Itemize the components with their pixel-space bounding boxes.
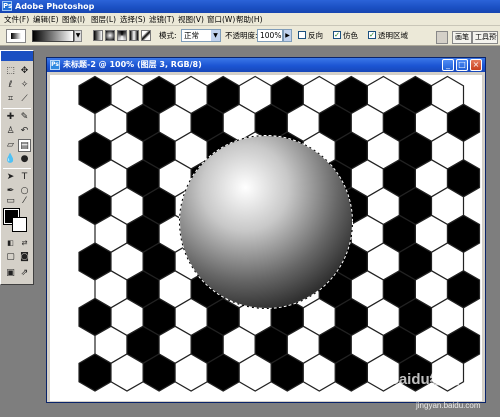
move-tool-icon[interactable]: ✥ [18,65,31,78]
dither-checkbox[interactable]: ✓ [333,31,341,39]
opacity-value: 100% [260,31,282,40]
baidu-watermark: Baidu经验 jingyan.baidu.com [388,368,500,417]
linear-gradient-button[interactable] [93,30,103,41]
chevron-down-icon: ▼ [211,30,220,41]
type-tool-icon[interactable]: T [18,171,31,184]
options-bar: ▼ 模式: 正常 ▼ 不透明度: 100% ▶ 反向 ✓ 仿色 ✓ 透明区域 画… [0,26,500,46]
eyedropper-tool-icon[interactable]: ⁄ [18,195,31,208]
notes-tool-icon[interactable]: ▭ [4,195,17,208]
brushes-tab[interactable]: 画笔 [452,31,472,44]
opacity-label: 不透明度: [225,31,258,40]
palette-well-icon[interactable] [436,31,448,44]
reflected-gradient-button[interactable] [129,30,139,41]
document-icon: Ps [50,60,60,70]
minimize-button[interactable]: _ [442,59,454,71]
opacity-slider-arrow[interactable]: ▶ [283,29,292,42]
tool-preset-picker[interactable] [6,29,26,43]
gradient-picker[interactable] [32,30,74,42]
menu-window[interactable]: 窗口(W) [207,14,235,25]
document-title-bar[interactable]: Ps 未标题-2 @ 100% (图层 3, RGB/8) _ □ × [47,58,485,72]
eraser-tool-icon[interactable]: ▱ [4,139,17,152]
dodge-tool-icon[interactable]: ● [18,153,31,166]
toolbox-divider [3,108,31,109]
background-color-swatch[interactable] [12,217,27,232]
document-title: 未标题-2 @ 100% (图层 3, RGB/8) [63,60,202,69]
reverse-checkbox[interactable] [298,31,306,39]
gradient-tool-icon [11,33,21,39]
mode-label: 模式: [159,31,177,40]
radial-gradient-button[interactable] [105,30,115,41]
menu-select[interactable]: 选择(S) [120,14,146,25]
dither-label: 仿色 [343,31,358,40]
healing-brush-tool-icon[interactable]: ✚ [4,111,17,124]
toolbox-divider [3,168,31,169]
swap-colors-icon[interactable]: ⇄ [18,237,31,250]
document-window: Ps 未标题-2 @ 100% (图层 3, RGB/8) _ □ × [46,57,486,403]
palette-well: 画笔 工具预设 [436,28,498,44]
menu-file[interactable]: 文件(F) [4,14,29,25]
standard-mode-icon[interactable]: ▢ [4,251,17,264]
path-selection-tool-icon[interactable]: ➤ [4,171,17,184]
history-brush-tool-icon[interactable]: ↶ [18,125,31,138]
maximize-button[interactable]: □ [456,59,468,71]
mode-select[interactable]: 正常 ▼ [181,29,221,42]
menu-image[interactable]: 图像(I) [62,14,85,25]
app-title: Adobe Photoshop [15,2,95,11]
menu-filter[interactable]: 滤镜(T) [149,14,174,25]
transparency-checkbox[interactable]: ✓ [368,31,376,39]
opacity-input[interactable]: 100% [257,29,283,42]
menu-edit[interactable]: 编辑(E) [33,14,59,25]
mode-value: 正常 [184,31,199,40]
gradient-dropdown-arrow[interactable]: ▼ [74,30,82,42]
clone-stamp-tool-icon[interactable]: ♙ [4,125,17,138]
default-colors-icon[interactable]: ◧ [4,237,17,250]
reverse-label: 反向 [308,31,323,40]
watermark-logo: Baidu经验 [388,371,460,388]
menu-layer[interactable]: 图层(L) [91,14,116,25]
slice-tool-icon[interactable]: ⟋ [18,93,31,106]
brush-tool-icon[interactable]: ✎ [18,111,31,124]
menu-bar: 文件(F) 编辑(E) 图像(I) 图层(L) 选择(S) 滤镜(T) 视图(V… [0,13,500,26]
screen-mode-icon[interactable]: ▣ [4,267,17,280]
jump-to-imageready-icon[interactable]: ⇗ [18,267,31,280]
magic-wand-tool-icon[interactable]: ✧ [18,79,31,92]
close-button[interactable]: × [470,59,482,71]
transparency-label: 透明区域 [378,31,408,40]
hexagon-sphere-artwork [78,75,481,392]
angle-gradient-button[interactable] [117,30,127,41]
tool-presets-tab[interactable]: 工具预设 [472,31,498,44]
app-title-bar: Ps Adobe Photoshop [0,0,500,13]
sphere [180,136,352,308]
gradient-tool-icon[interactable]: ▤ [18,139,31,152]
lasso-tool-icon[interactable]: ℓ [4,79,17,92]
toolbox: ⬚ ✥ ℓ ✧ ⌗ ⟋ ✚ ✎ ♙ ↶ ▱ ▤ 💧 ● ➤ T ✒ ○ ▭ ⁄ … [0,50,34,285]
canvas[interactable] [50,75,482,401]
blur-tool-icon[interactable]: 💧 [4,153,17,166]
diamond-gradient-button[interactable] [141,30,151,41]
menu-help[interactable]: 帮助(H) [236,14,263,25]
menu-view[interactable]: 视图(V) [178,14,204,25]
photoshop-app-icon: Ps [2,1,13,11]
marquee-tool-icon[interactable]: ⬚ [4,65,17,78]
crop-tool-icon[interactable]: ⌗ [4,93,17,106]
watermark-url: jingyan.baidu.com [416,401,481,410]
toolbox-header [1,51,33,61]
quick-mask-mode-icon[interactable]: ◙ [18,251,31,264]
